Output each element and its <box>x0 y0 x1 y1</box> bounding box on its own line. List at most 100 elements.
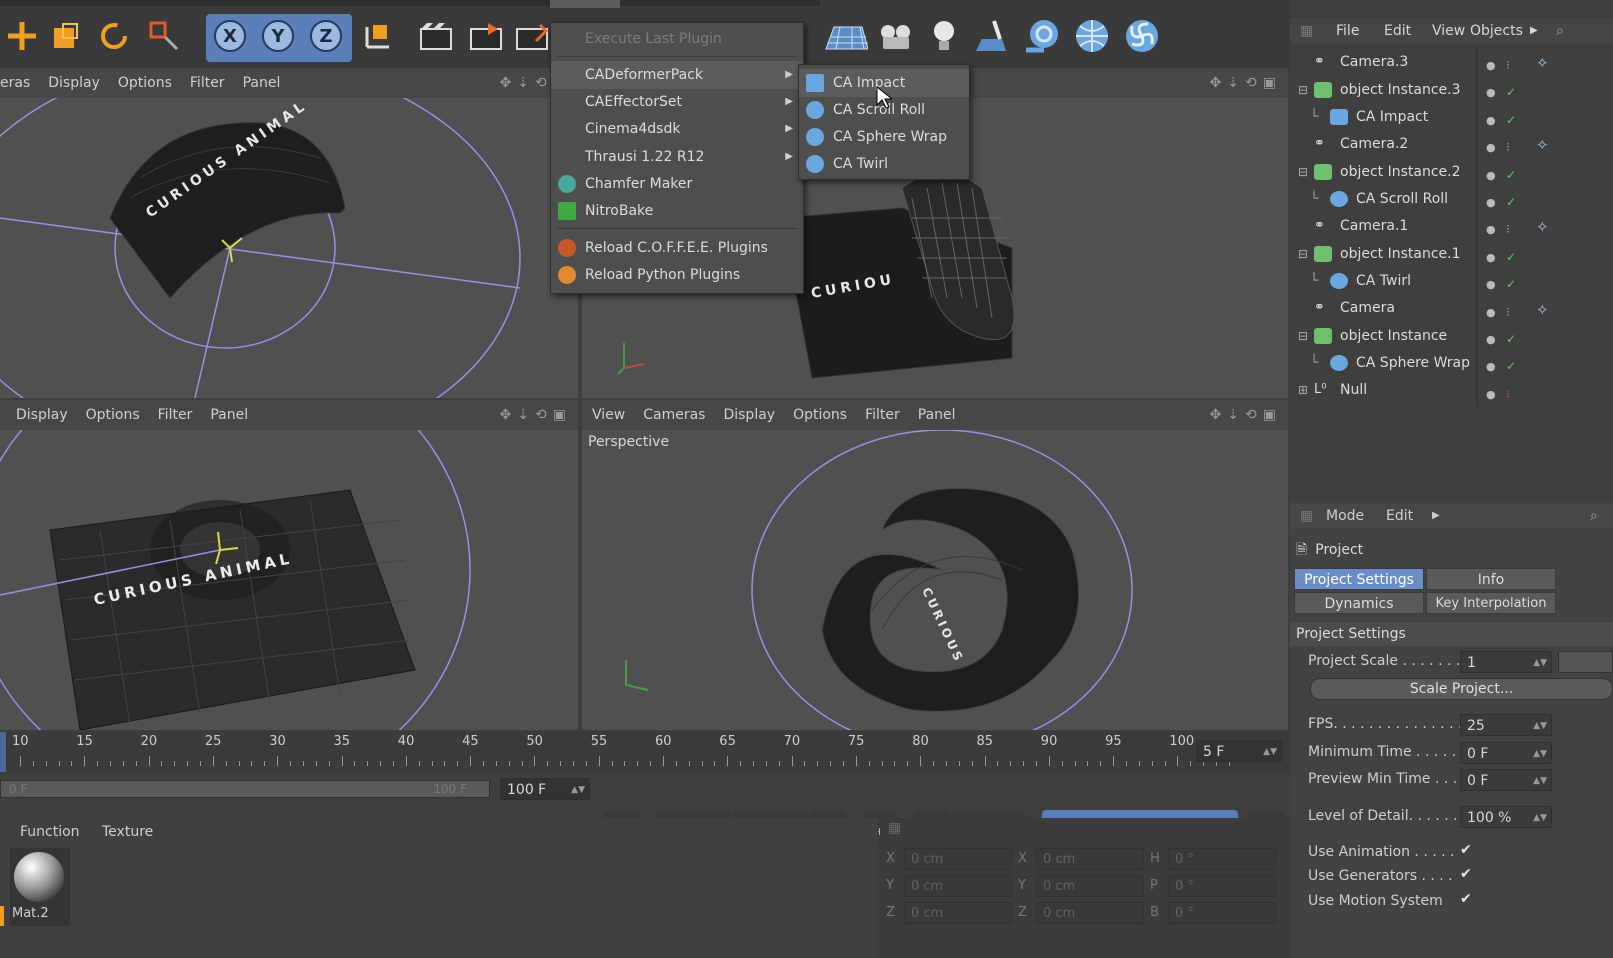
enable-checks[interactable]: ⁝ ✓ ✓ ⁝ ✓ ✓ ⁝ ✓ ✓ ⁝ ✓ ✓ ⁝ <box>1506 52 1516 408</box>
viewport-menu-panel[interactable]: Panel <box>243 68 281 98</box>
menu-item-cinema4dsdk[interactable]: Cinema4dsdk ▶ <box>551 115 803 143</box>
move-tool-icon[interactable] <box>0 14 44 58</box>
coord-value-field[interactable]: 0 ° <box>1168 875 1276 897</box>
timeline-playhead[interactable] <box>0 732 6 772</box>
viewport-bottom-left[interactable]: Display Options Filter Panel ✥⇣⟲▣ CURIOUS A… <box>0 400 578 730</box>
ca-scroll-roll-icon[interactable] <box>1020 14 1064 58</box>
menu-item-caeffectorset[interactable]: CAEffectorSet ▶ <box>551 88 803 116</box>
viewport-menu-display[interactable]: Display <box>723 400 775 430</box>
live-selection-icon[interactable] <box>142 14 186 58</box>
viewport-menu-display[interactable]: Display <box>48 68 100 98</box>
viewport-top-left[interactable]: eras Display Options Filter Panel ✥⇣⟲▣ CURIO… <box>0 68 578 398</box>
y-axis-icon[interactable]: Y <box>256 14 300 58</box>
level-of-detail-field[interactable]: 100 % ▲▼ <box>1460 806 1552 828</box>
menu-item-ca-sphere-wrap[interactable]: CA Sphere Wrap <box>799 123 969 151</box>
viewport-menu-cameras[interactable]: eras <box>0 68 30 98</box>
viewport-nav-icons[interactable]: ✥⇣⟲▣ <box>500 400 572 430</box>
use-motion-system-checkbox[interactable]: ✔ <box>1460 891 1476 907</box>
coord-value-field[interactable]: 0 ° <box>1168 848 1276 870</box>
menu-item-cadeformerpack[interactable]: CADeformerPack ▶ <box>551 61 803 89</box>
expand-icon[interactable]: ⊟ <box>1298 240 1308 268</box>
coord-value-field[interactable]: 0 cm <box>904 875 1012 897</box>
z-axis-icon[interactable]: Z <box>304 14 348 58</box>
coord-value-field[interactable]: 0 cm <box>904 902 1012 924</box>
scale-tool-icon[interactable] <box>44 14 88 58</box>
am-menu-edit[interactable]: Edit <box>1386 503 1413 529</box>
render-to-picture-viewer-icon[interactable] <box>464 14 508 58</box>
viewport-menu-options[interactable]: Options <box>118 68 172 98</box>
menu-item-ca-twirl[interactable]: CA Twirl <box>799 150 969 178</box>
render-settings-icon[interactable] <box>510 14 554 58</box>
project-scale-field[interactable]: 1 ▲▼ <box>1460 651 1552 673</box>
preview-min-time-field[interactable]: 0 F ▲▼ <box>1460 769 1552 791</box>
coordinate-system-icon[interactable] <box>356 14 400 58</box>
om-menu-file[interactable]: File <box>1336 18 1359 44</box>
end-frame-field[interactable]: 100 F ▲▼ <box>500 778 590 800</box>
menu-item-nitrobake[interactable]: NitroBake <box>551 197 803 225</box>
viewport-menu-options[interactable]: Options <box>86 400 140 430</box>
use-animation-checkbox[interactable]: ✔ <box>1460 842 1476 858</box>
cadeformerpack-submenu: CA Impact CA Scroll Roll CA Sphere Wrap … <box>798 64 970 180</box>
rotate-tool-icon[interactable] <box>92 14 136 58</box>
coord-value-field[interactable]: 0 cm <box>904 848 1012 870</box>
om-menu-objects[interactable]: Objects <box>1470 18 1523 44</box>
ca-sphere-wrap-icon[interactable] <box>1070 14 1114 58</box>
tab-info[interactable]: Info <box>1426 568 1556 590</box>
viewport-bottom-right[interactable]: View Cameras Display Options Filter Panel ✥⇣⟲… <box>582 400 1288 730</box>
coord-value-field[interactable]: 0 cm <box>1036 848 1144 870</box>
viewport-menu-filter[interactable]: Filter <box>190 68 225 98</box>
viewport-menu-view[interactable]: View <box>592 400 625 430</box>
fps-field[interactable]: 25 ▲▼ <box>1460 714 1552 736</box>
use-generators-checkbox[interactable]: ✔ <box>1460 866 1476 882</box>
expand-icon[interactable]: ⊞ <box>1298 376 1308 404</box>
camera-target-tags[interactable]: ✧ ✧ ✧ ✧ <box>1536 50 1549 324</box>
project-scale-unit-dropdown[interactable] <box>1558 651 1613 673</box>
expand-icon[interactable]: ⊟ <box>1298 158 1308 186</box>
viewport-menu-cameras[interactable]: Cameras <box>643 400 705 430</box>
material-swatch[interactable]: Mat.2 <box>10 848 70 926</box>
mm-menu-texture[interactable]: Texture <box>102 820 153 844</box>
menu-item-reload-coffee[interactable]: Reload C.O.F.F.E.E. Plugins <box>551 234 803 262</box>
expand-icon[interactable]: ⊟ <box>1298 76 1308 104</box>
viewport-nav-icons[interactable]: ✥⇣⟲▣ <box>1210 400 1282 430</box>
light-icon[interactable] <box>922 14 966 58</box>
om-menu-more-icon[interactable]: ▶ <box>1530 18 1538 44</box>
viewport-menu-display[interactable]: Display <box>16 400 68 430</box>
ca-twirl-icon[interactable] <box>1120 14 1164 58</box>
coord-value-field[interactable]: 0 cm <box>1036 875 1144 897</box>
plugins-menu-title[interactable] <box>550 0 620 8</box>
menu-item-reload-python[interactable]: Reload Python Plugins <box>551 261 803 289</box>
coord-value-field[interactable]: 0 cm <box>1036 902 1144 924</box>
camera-icon[interactable] <box>874 14 918 58</box>
am-search-icon[interactable]: ⌕ <box>1590 503 1598 529</box>
paint-icon[interactable] <box>970 14 1014 58</box>
viewport-menu-options[interactable]: Options <box>793 400 847 430</box>
minimum-time-field[interactable]: 0 F ▲▼ <box>1460 742 1552 764</box>
om-search-icon[interactable]: ⌕ <box>1556 18 1564 44</box>
menu-item-chamfer-maker[interactable]: Chamfer Maker <box>551 170 803 198</box>
viewport-menu-panel[interactable]: Panel <box>210 400 248 430</box>
am-menu-mode[interactable]: Mode <box>1326 503 1364 529</box>
menu-item-thrausi[interactable]: Thrausi 1.22 R12 ▶ <box>551 143 803 171</box>
visibility-dots[interactable]: ● ● ● ● ● ● ● ● ● ● ● ● ● <box>1486 52 1496 408</box>
om-menu-view[interactable]: View <box>1432 18 1465 44</box>
viewport-menu-filter[interactable]: Filter <box>158 400 193 430</box>
render-view-icon[interactable] <box>414 14 458 58</box>
scale-project-button[interactable]: Scale Project... <box>1310 678 1613 700</box>
coord-value-field[interactable]: 0 ° <box>1168 902 1276 924</box>
menu-item-execute-last-plugin[interactable]: Execute Last Plugin <box>551 25 803 53</box>
x-axis-icon[interactable]: X <box>208 14 252 58</box>
viewport-menu-filter[interactable]: Filter <box>865 400 900 430</box>
tab-key-interpolation[interactable]: Key Interpolation <box>1426 592 1556 614</box>
tab-dynamics[interactable]: Dynamics <box>1294 592 1424 614</box>
viewport-nav-icons[interactable]: ✥⇣⟲▣ <box>1210 68 1282 98</box>
mm-menu-function[interactable]: Function <box>20 820 80 844</box>
am-menu-more-icon[interactable]: ▶ <box>1432 503 1440 529</box>
current-frame-field[interactable]: 5 F ▲▼ <box>1196 740 1282 762</box>
om-menu-edit[interactable]: Edit <box>1384 18 1411 44</box>
floor-icon[interactable] <box>824 14 868 58</box>
expand-icon[interactable]: ⊟ <box>1298 322 1308 350</box>
viewport-menu-panel[interactable]: Panel <box>918 400 956 430</box>
tab-project-settings[interactable]: Project Settings <box>1294 568 1424 590</box>
timeline-range-slider[interactable]: 0 F 100 F <box>0 780 490 798</box>
